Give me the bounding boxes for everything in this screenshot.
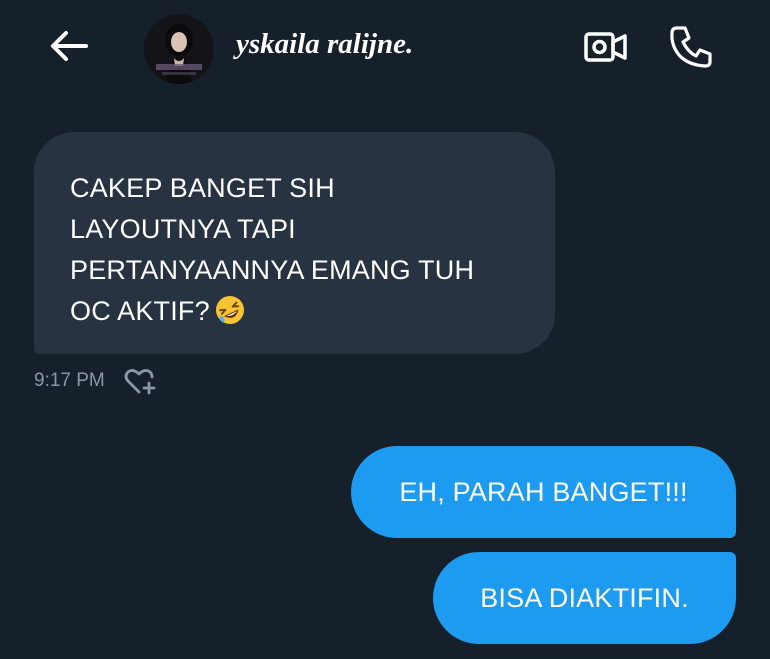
profile-photo (144, 14, 214, 84)
sent-message-bubble[interactable]: BISA DIAKTIFIN. (433, 552, 736, 644)
heart-plus-icon (124, 369, 156, 395)
message-text: EH, PARAH BANGET!!! (399, 476, 688, 507)
add-reaction-button[interactable] (123, 366, 159, 396)
message-text: BISA DIAKTIFIN. (480, 582, 689, 613)
rolling-on-the-floor-laughing-emoji (214, 294, 246, 338)
received-message-bubble[interactable]: CAKEP BANGET SIH LAYOUTNYA TAPI PERTANYA… (34, 132, 555, 354)
sent-message-bubble[interactable]: EH, PARAH BANGET!!! (351, 446, 736, 538)
message-line: PERTANYAANNYA EMANG TUH (70, 255, 475, 285)
message-line: LAYOUTNYA TAPI (70, 214, 296, 244)
message-line-text: OC AKTIF? (70, 296, 210, 326)
message-timestamp: 9:17 PM (34, 370, 105, 391)
video-camera-icon (584, 32, 627, 62)
arrow-left-icon (51, 31, 88, 61)
avatar[interactable] (144, 14, 214, 84)
back-button[interactable] (46, 26, 92, 66)
contact-name[interactable]: yskaila ralijne. (236, 28, 413, 61)
voice-call-button[interactable] (664, 22, 718, 72)
video-call-button[interactable] (580, 24, 632, 70)
message-line: CAKEP BANGET SIH (70, 173, 335, 203)
phone-icon (670, 26, 712, 68)
message-meta: 9:17 PM (34, 366, 159, 396)
conversation-header: yskaila ralijne. (0, 0, 770, 100)
message-line-last: OC AKTIF? (70, 291, 535, 338)
